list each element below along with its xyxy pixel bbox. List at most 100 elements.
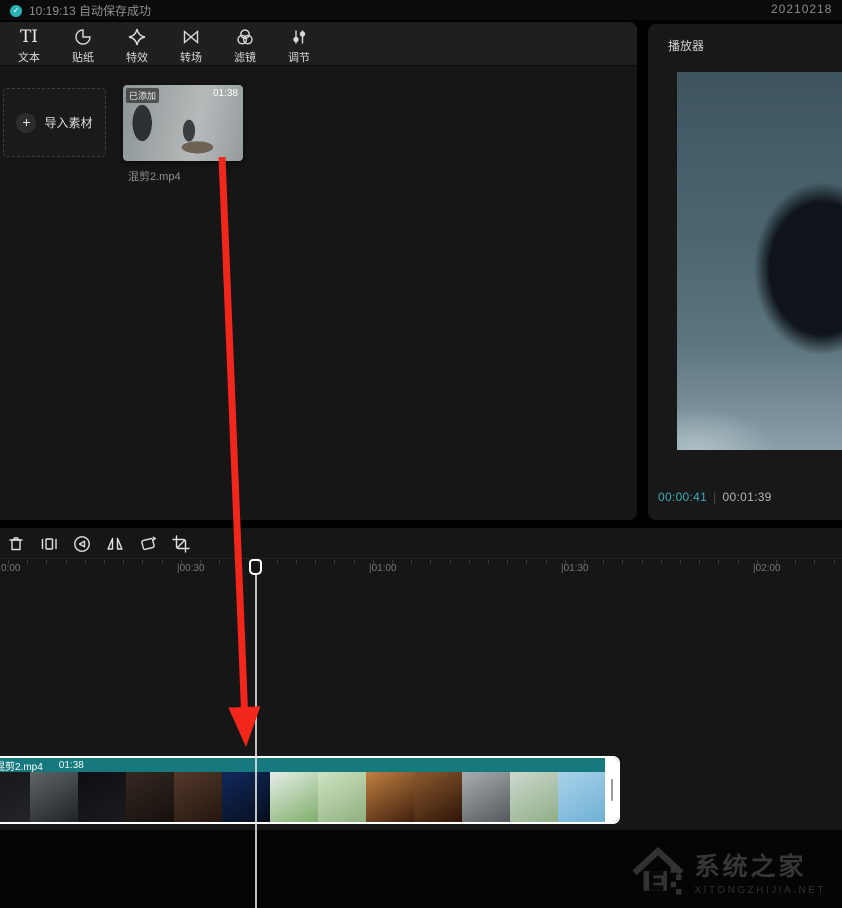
ruler-tick — [834, 560, 835, 564]
asset-toolbar: TI 文本 贴纸 特效 转场 — [0, 22, 637, 66]
ruler-tick — [546, 560, 547, 564]
tab-transition[interactable]: 转场 — [170, 26, 212, 65]
tab-effects[interactable]: 特效 — [116, 26, 158, 65]
tab-label: 调节 — [278, 49, 320, 65]
watermark-title: 系统之家 — [695, 847, 827, 883]
ruler-tick — [450, 560, 451, 564]
adjust-icon — [278, 26, 320, 48]
ruler-tick — [354, 560, 355, 564]
crop-icon — [170, 533, 192, 555]
player-video-preview — [677, 72, 842, 450]
filmstrip-frame — [126, 772, 174, 822]
autosave-text: 10:19:13 自动保存成功 — [29, 2, 151, 19]
ruler-tick — [680, 560, 681, 564]
ruler-tick — [162, 560, 163, 564]
ruler-tick — [622, 560, 623, 564]
ruler-tick — [238, 560, 239, 564]
autosave-status: ✓ 10:19:13 自动保存成功 — [10, 2, 151, 19]
filmstrip-frame — [174, 772, 222, 822]
delete-button[interactable] — [4, 532, 28, 556]
media-clip-thumbnail[interactable]: 已添加 01:38 — [123, 85, 243, 161]
ruler-tick — [142, 560, 143, 564]
ruler-tick — [66, 560, 67, 564]
import-material-button[interactable]: + 导入素材 — [3, 88, 106, 157]
rotate-button[interactable] — [136, 532, 160, 556]
tab-label: 特效 — [116, 49, 158, 65]
tab-sticker[interactable]: 贴纸 — [62, 26, 104, 65]
filmstrip-frame — [222, 772, 270, 822]
check-icon: ✓ — [10, 5, 22, 17]
ruler-tick — [123, 560, 124, 564]
ruler-tick — [8, 560, 9, 564]
date-text: 20210218 — [771, 2, 832, 16]
ruler-tick — [603, 560, 604, 564]
effects-icon — [116, 26, 158, 48]
playhead[interactable] — [249, 559, 262, 575]
media-library-panel: TI 文本 贴纸 特效 转场 — [0, 22, 637, 520]
timeline-clip[interactable]: 混剪2.mp4 01:38 — [0, 756, 620, 824]
ruler-tick — [85, 560, 86, 564]
ruler-tick — [642, 560, 643, 564]
tab-label: 滤镜 — [224, 49, 266, 65]
ruler-tick — [392, 560, 393, 564]
mirror-button[interactable] — [103, 532, 127, 556]
text-icon: TI — [8, 26, 50, 48]
reverse-play-button[interactable] — [70, 532, 94, 556]
ruler-tick — [277, 560, 278, 564]
filmstrip-frame — [558, 772, 605, 822]
ruler-tick — [334, 560, 335, 564]
watermark-text: 系统之家 XITONGZHIJIA.NET — [695, 847, 827, 896]
ruler-tick — [718, 560, 719, 564]
reverse-play-icon — [71, 533, 93, 555]
filmstrip-frame — [462, 772, 510, 822]
ruler-tick — [219, 560, 220, 564]
ruler-tick — [104, 560, 105, 564]
plus-icon: + — [16, 113, 36, 133]
clip-name: 混剪2.mp4 — [0, 758, 43, 773]
sticker-icon — [62, 26, 104, 48]
import-material-label: 导入素材 — [44, 114, 92, 131]
ruler-label: |01:00 — [369, 563, 397, 574]
ruler-tick — [757, 560, 758, 564]
filmstrip-frame — [318, 772, 366, 822]
watermark: 系统之家 XITONGZHIJIA.NET — [631, 844, 827, 898]
clip-filmstrip — [0, 772, 605, 822]
timeline-toolbar — [4, 532, 193, 556]
time-ruler[interactable]: 0:00 |00:30 |01:00 |01:30 |02:00 — [0, 558, 842, 578]
filmstrip-frame — [0, 772, 30, 822]
player-title: 播放器 — [668, 37, 704, 54]
ruler-tick — [27, 560, 28, 564]
ruler-tick — [488, 560, 489, 564]
media-clip-filename: 混剪2.mp4 — [128, 168, 181, 184]
total-time: 00:01:39 — [723, 490, 772, 504]
ruler-tick — [296, 560, 297, 564]
clip-duration-badge: 01:38 — [213, 88, 238, 99]
ruler-label: 0:00 — [1, 563, 20, 574]
filmstrip-frame — [366, 772, 414, 822]
clip-trim-handle-right[interactable] — [605, 758, 618, 822]
freeze-frame-icon — [38, 533, 60, 555]
ruler-tick — [315, 560, 316, 564]
clip-duration: 01:38 — [59, 760, 84, 771]
ruler-tick — [795, 560, 796, 564]
status-bar: ✓ 10:19:13 自动保存成功 20210218 — [0, 0, 842, 20]
tab-text[interactable]: TI 文本 — [8, 26, 50, 65]
time-separator: | — [713, 490, 716, 504]
current-time: 00:00:41 — [658, 490, 707, 504]
tab-label: 转场 — [170, 49, 212, 65]
ruler-tick — [469, 560, 470, 564]
watermark-logo-icon — [631, 844, 685, 898]
watermark-subtitle: XITONGZHIJIA.NET — [695, 885, 827, 896]
ruler-tick — [200, 560, 201, 564]
crop-button[interactable] — [169, 532, 193, 556]
tab-filter[interactable]: 滤镜 — [224, 26, 266, 65]
ruler-label: |01:30 — [561, 563, 589, 574]
playhead-marker[interactable] — [249, 559, 262, 575]
rotate-icon — [137, 533, 159, 555]
player-panel: 播放器 00:00:41 | 00:01:39 — [648, 24, 842, 520]
tab-adjust[interactable]: 调节 — [278, 26, 320, 65]
tab-label: 文本 — [8, 49, 50, 65]
filter-icon — [224, 26, 266, 48]
ruler-label: |00:30 — [177, 563, 205, 574]
freeze-frame-button[interactable] — [37, 532, 61, 556]
